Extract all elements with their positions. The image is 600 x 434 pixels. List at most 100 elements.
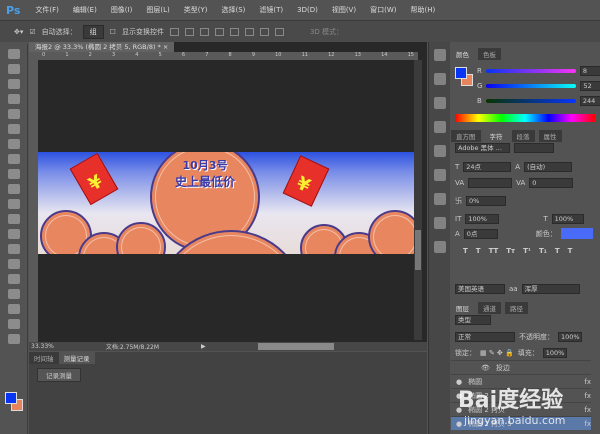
leading-field[interactable]: (自动) [524, 162, 573, 172]
tab-character[interactable]: 字符 [484, 130, 508, 142]
tracking-field[interactable]: 0 [529, 178, 574, 188]
tools-icon[interactable] [434, 241, 446, 253]
all-caps-icon[interactable]: TT [489, 247, 499, 255]
r-slider[interactable] [485, 69, 576, 73]
document-tab[interactable]: 海报2 @ 33.3% (椭圆 2 拷贝 5, RGB/8) * × [29, 42, 175, 52]
antialias-dropdown[interactable]: 浑厚 [521, 284, 580, 294]
pen-tool-icon[interactable] [8, 259, 20, 269]
horizontal-scale-field[interactable]: 100% [551, 214, 584, 224]
crop-tool-icon[interactable] [8, 109, 20, 119]
eye-icon[interactable]: ● [456, 420, 462, 428]
distribute-icon[interactable] [274, 27, 284, 36]
tab-color[interactable]: 颜色 [451, 48, 474, 60]
text-color-swatch[interactable] [560, 228, 593, 239]
font-size-field[interactable]: 24点 [463, 162, 512, 172]
blend-mode-dropdown[interactable]: 正常 [455, 332, 515, 342]
vertical-scale-field[interactable]: 100% [465, 214, 500, 224]
marquee-tool-icon[interactable] [8, 64, 20, 74]
properties-icon[interactable] [434, 145, 446, 157]
vertical-scroll-thumb[interactable] [415, 230, 421, 270]
eye-icon[interactable]: 👁 [481, 364, 490, 372]
horizontal-scroll-thumb[interactable] [258, 343, 334, 350]
zoom-level[interactable]: 33.33% [31, 343, 54, 350]
auto-select-checkbox[interactable]: ☑ [29, 28, 35, 36]
underline-icon[interactable]: T [555, 247, 560, 255]
font-style-dropdown[interactable] [514, 143, 554, 153]
menu-help[interactable]: 帮助(H) [403, 5, 442, 15]
adjustments-icon[interactable] [434, 73, 446, 85]
menu-type[interactable]: 类型(Y) [177, 5, 215, 15]
align-right-icon[interactable] [244, 27, 254, 36]
baseline-shift-field[interactable]: 0点 [463, 228, 498, 239]
type-tool-icon[interactable] [8, 274, 20, 284]
menu-select[interactable]: 选择(S) [214, 5, 252, 15]
show-transform-checkbox[interactable]: ☐ [110, 28, 116, 36]
tab-paragraph[interactable]: 段落 [511, 130, 535, 142]
menu-image[interactable]: 图像(I) [104, 5, 140, 15]
magic-wand-icon[interactable] [8, 94, 20, 104]
faux-bold-icon[interactable]: T [463, 247, 468, 255]
record-measurement-button[interactable]: 记录测量 [37, 368, 81, 382]
tab-histogram[interactable]: 直方图 [451, 130, 481, 142]
align-top-icon[interactable] [169, 27, 179, 36]
font-family-dropdown[interactable]: Adobe 黑体 ... [455, 143, 510, 153]
move-tool-icon[interactable] [8, 49, 20, 59]
superscript-icon[interactable]: T¹ [523, 247, 531, 255]
status-menu-arrow-icon[interactable]: ▶ [201, 343, 206, 350]
distribute-icon[interactable] [259, 27, 269, 36]
menu-filter[interactable]: 滤镜(T) [252, 5, 290, 15]
zoom-tool-icon[interactable] [8, 334, 20, 344]
fill-field[interactable]: 100% [542, 348, 567, 358]
subscript-icon[interactable]: T₁ [539, 247, 547, 255]
move-tool-icon[interactable]: ✥▾ [14, 28, 23, 36]
r-value[interactable]: 8 [579, 66, 600, 76]
tab-channels[interactable]: 通道 [478, 302, 501, 314]
character-styles-icon[interactable] [434, 217, 446, 229]
history-brush-icon[interactable] [8, 184, 20, 194]
menu-layer[interactable]: 图层(L) [139, 5, 176, 15]
eyedropper-icon[interactable] [8, 124, 20, 134]
menu-file[interactable]: 文件(F) [28, 5, 66, 15]
color-spectrum[interactable] [455, 114, 595, 122]
g-slider[interactable] [486, 84, 577, 88]
g-value[interactable]: 52 [580, 81, 600, 91]
vertical-scrollbar[interactable] [414, 60, 422, 340]
hand-tool-icon[interactable] [8, 319, 20, 329]
foreground-color-swatch[interactable] [5, 392, 17, 404]
eraser-icon[interactable] [8, 199, 20, 209]
blur-tool-icon[interactable] [8, 229, 20, 239]
brush-icon[interactable] [434, 121, 446, 133]
tab-timeline[interactable]: 时间轴 [29, 352, 59, 364]
tab-measurement-log[interactable]: 测量记录 [58, 352, 95, 364]
shape-tool-icon[interactable] [8, 304, 20, 314]
tsume-field[interactable]: 0% [466, 196, 506, 206]
healing-brush-icon[interactable] [8, 139, 20, 149]
lasso-tool-icon[interactable] [8, 79, 20, 89]
tab-swatches[interactable]: 色板 [478, 48, 501, 60]
align-center-icon[interactable] [229, 27, 239, 36]
b-slider[interactable] [485, 99, 576, 103]
stamp-tool-icon[interactable] [8, 169, 20, 179]
layer-group[interactable]: 👁 投边 [451, 360, 591, 374]
fg-color-swatch[interactable] [455, 67, 467, 79]
tab-properties[interactable]: 属性 [538, 130, 562, 142]
menu-edit[interactable]: 编辑(E) [66, 5, 104, 15]
strikethrough-icon[interactable]: T [568, 247, 573, 255]
gradient-tool-icon[interactable] [8, 214, 20, 224]
path-select-icon[interactable] [8, 289, 20, 299]
tab-layers[interactable]: 图层 [451, 302, 474, 314]
history-icon[interactable] [434, 49, 446, 61]
canvas-image[interactable]: 10月3号 史上最低价 ¥ ¥ [38, 152, 418, 254]
opacity-field[interactable]: 100% [558, 332, 582, 342]
auto-select-dropdown[interactable]: 组 [82, 24, 104, 39]
styles-icon[interactable] [434, 97, 446, 109]
menu-view[interactable]: 视图(V) [325, 5, 363, 15]
menu-window[interactable]: 窗口(W) [363, 5, 403, 15]
small-caps-icon[interactable]: Tт [506, 247, 515, 255]
paragraph-styles-icon[interactable] [434, 193, 446, 205]
align-bottom-icon[interactable] [199, 27, 209, 36]
language-dropdown[interactable]: 美国英语 [455, 284, 505, 294]
b-value[interactable]: 244 [579, 96, 600, 106]
layer-filter-dropdown[interactable]: 类型 [455, 315, 491, 325]
faux-italic-icon[interactable]: T [476, 247, 481, 255]
